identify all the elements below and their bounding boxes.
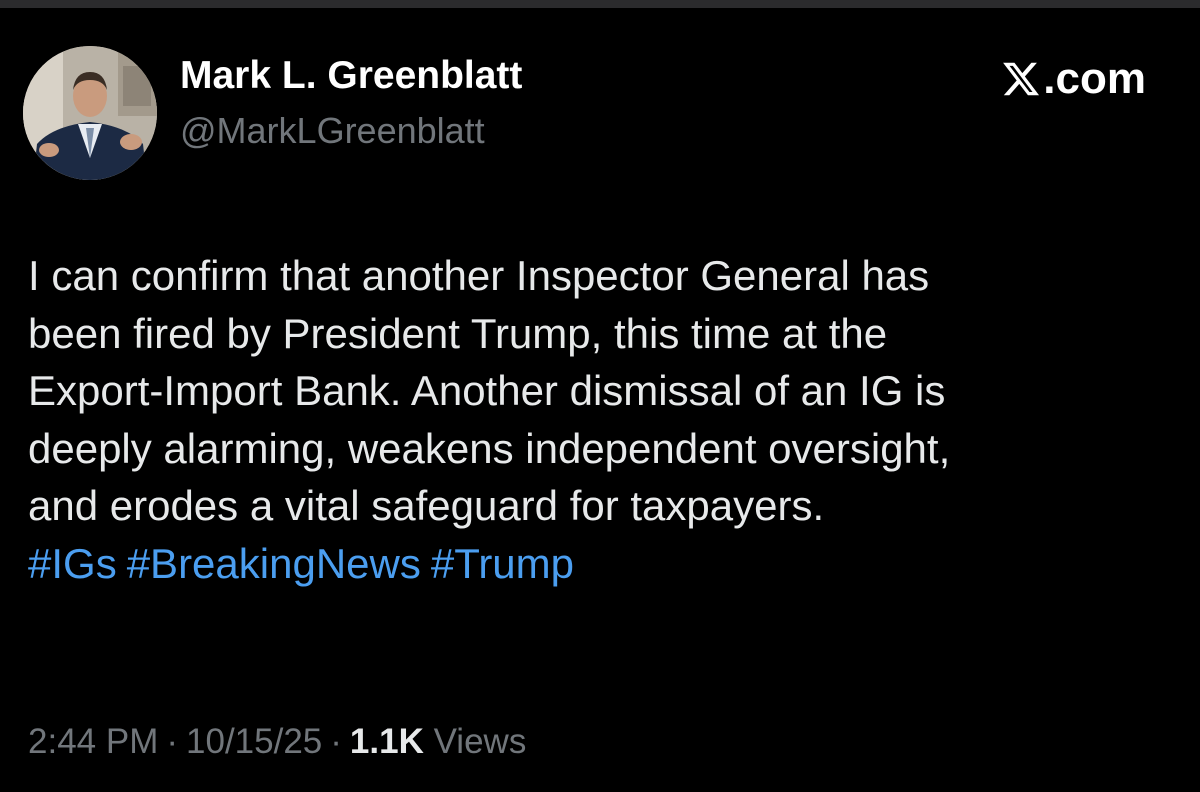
tweet-line: I can confirm that another Inspector Gen… xyxy=(28,252,930,299)
tweet-time[interactable]: 2:44 PM xyxy=(28,722,158,761)
tweet-card: Mark L. Greenblatt @MarkLGreenblatt .com… xyxy=(0,8,1200,792)
tweet-line: Export-Import Bank. Another dismissal of… xyxy=(28,367,946,414)
x-logo-icon xyxy=(1003,62,1040,96)
tweet-meta: 2:44 PM · 10/15/25 · 1.1K Views xyxy=(28,722,526,762)
hashtag-igs[interactable]: #IGs xyxy=(28,540,117,587)
tweet-line: been fired by President Trump, this time… xyxy=(28,309,888,357)
hashtag-list: #IGs #BreakingNews #Trump xyxy=(28,535,1178,593)
author-name[interactable]: Mark L. Greenblatt xyxy=(180,54,522,98)
tweet-line: deeply alarming, weakens independent ove… xyxy=(28,424,951,472)
tweet-line: and erodes a vital safeguard for taxpaye… xyxy=(28,482,825,529)
meta-separator: · xyxy=(166,722,179,761)
x-brand[interactable]: .com xyxy=(1001,54,1146,104)
profile-photo-icon xyxy=(23,46,157,180)
avatar[interactable] xyxy=(23,46,157,180)
tweet-date[interactable]: 10/15/25 xyxy=(186,722,322,761)
views-count[interactable]: 1.1K xyxy=(350,722,424,761)
views-label[interactable]: Views xyxy=(434,722,527,761)
tweet-text: I can confirm that another Inspector Gen… xyxy=(28,247,1178,592)
brand-label: .com xyxy=(1043,54,1146,103)
meta-separator: · xyxy=(330,722,342,761)
author-handle[interactable]: @MarkLGreenblatt xyxy=(180,110,485,152)
top-strip xyxy=(0,0,1200,8)
hashtag-trump[interactable]: #Trump xyxy=(431,540,574,587)
hashtag-breakingnews[interactable]: #BreakingNews xyxy=(127,540,421,587)
